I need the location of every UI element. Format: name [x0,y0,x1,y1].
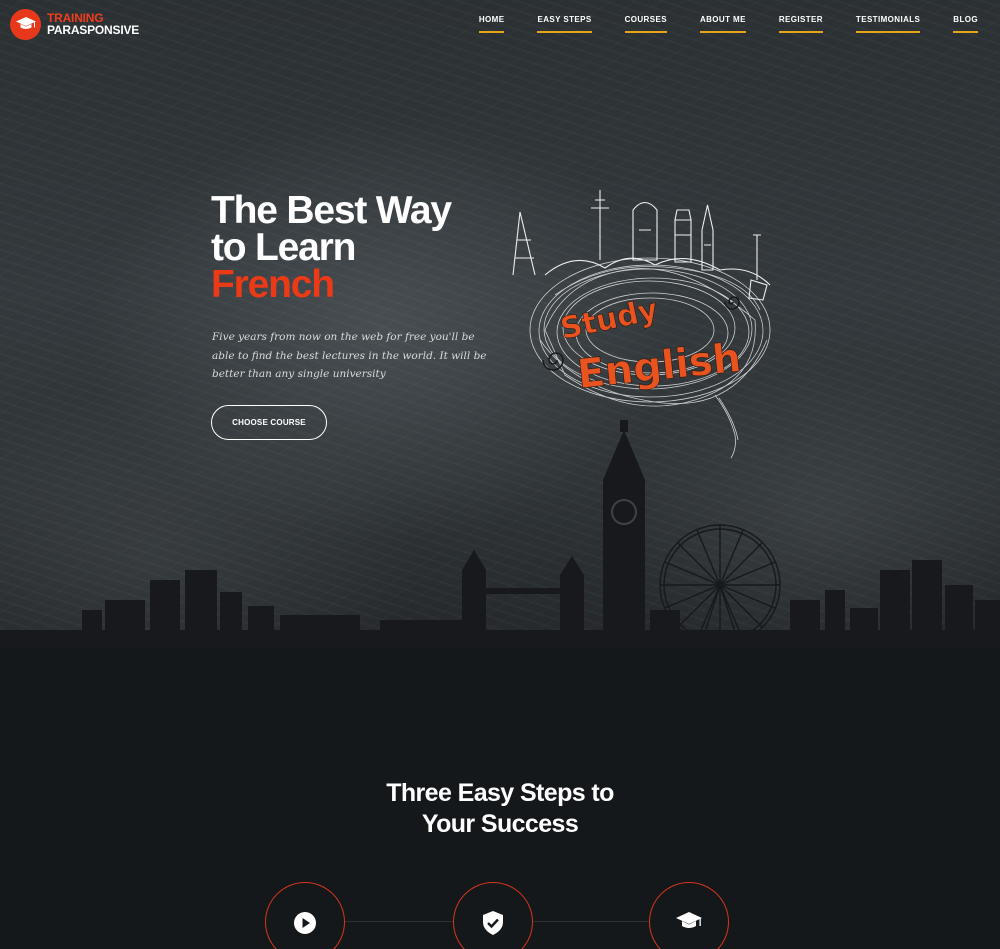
hero-headline-line2: to Learn [211,226,356,269]
steps-section-title: Three Easy Steps to Your Success [300,778,700,840]
nav-item-courses[interactable]: COURSES [624,15,667,33]
illustration-text-study: Study [557,292,661,347]
graduation-cap-icon [10,8,41,40]
main-navigation: HOME EASY STEPS COURSES ABOUT ME REGISTE… [478,15,978,33]
hero-tagline: Five years from now on the web for free … [212,331,487,380]
nav-item-easy-steps[interactable]: EASY STEPS [537,15,592,33]
city-skyline-silhouette [0,420,1000,648]
steps-title-line2: Your Success [421,810,579,838]
step-1-circle[interactable] [265,882,345,949]
hero-section: Study English TRAINING PARASPONSIVE HOME… [0,0,1000,648]
step-2-circle[interactable] [453,882,533,949]
steps-title-line1: Three Easy Steps to [386,779,614,807]
choose-course-button[interactable]: CHOOSE COURSE [211,405,327,440]
hero-headline-line1: The Best Way [211,189,452,232]
step-3-circle[interactable] [649,882,729,949]
nav-item-home[interactable]: HOME [478,15,505,33]
graduation-cap-icon [676,911,702,936]
nav-item-register[interactable]: REGISTER [778,15,823,33]
site-logo[interactable]: TRAINING PARASPONSIVE [10,8,139,40]
illustration-text-english: English [575,335,743,398]
nav-item-testimonials[interactable]: TESTIMONIALS [855,15,921,33]
shield-check-icon [482,911,504,940]
play-icon [293,911,317,940]
hero-headline: The Best Way to Learn French [211,189,531,306]
nav-item-blog[interactable]: BLOG [953,15,978,33]
hero-headline-accent: French [211,263,335,306]
brand-name-line2: PARASPONSIVE [47,23,140,37]
nav-item-about-me[interactable]: ABOUT ME [699,15,746,33]
